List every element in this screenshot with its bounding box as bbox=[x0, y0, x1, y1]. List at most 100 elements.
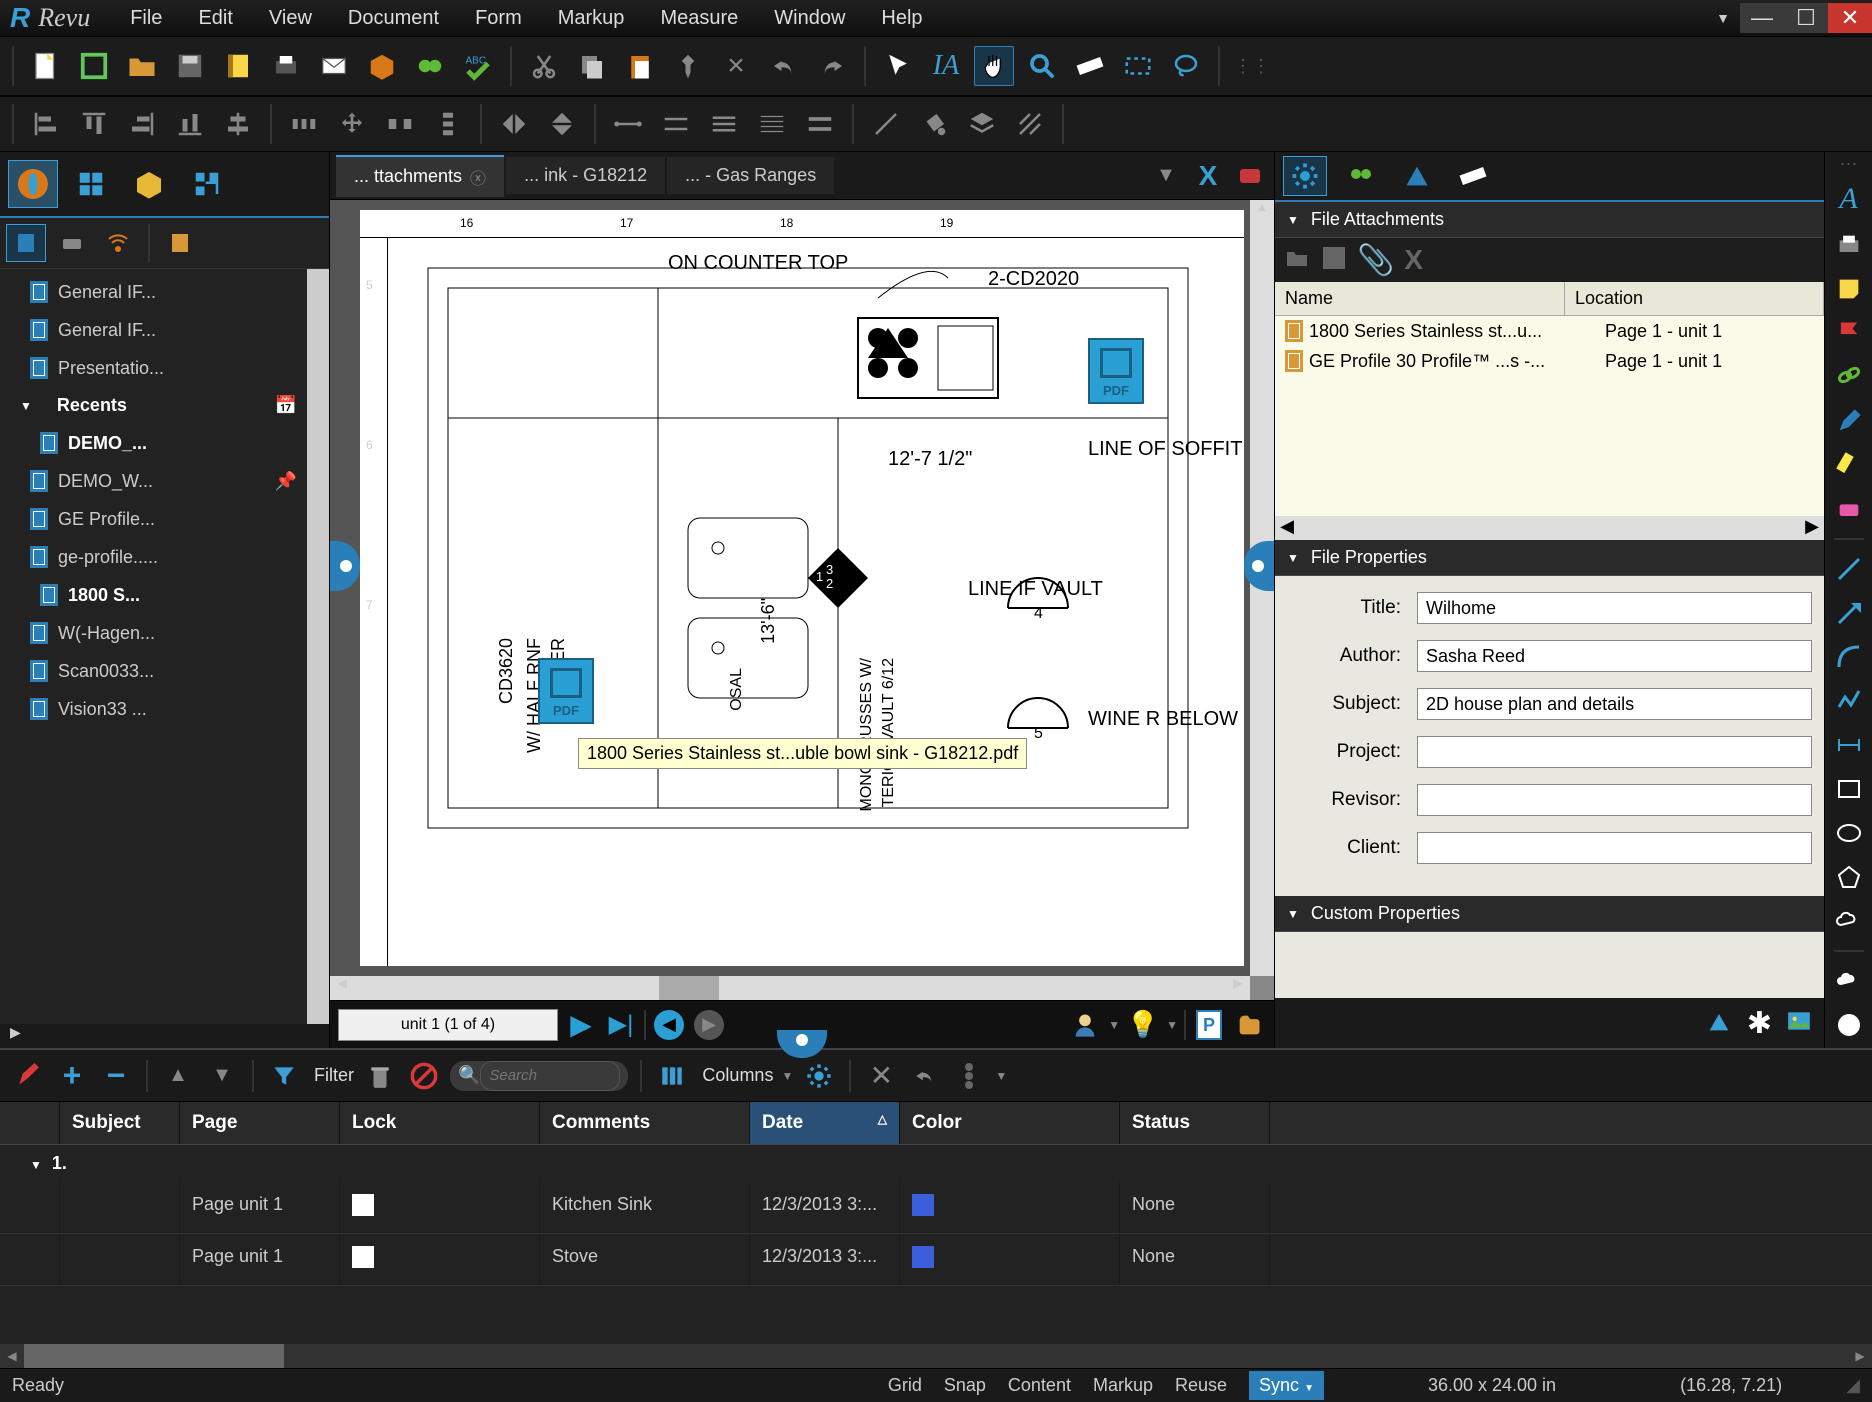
tree-item[interactable]: GE Profile... bbox=[0, 500, 307, 538]
selection-rect-icon[interactable] bbox=[1118, 46, 1158, 86]
print-icon[interactable] bbox=[266, 46, 306, 86]
markup-pen-icon[interactable] bbox=[10, 1058, 46, 1094]
tree-scrollbar[interactable]: ▲▼ bbox=[307, 269, 329, 1024]
minimize-button[interactable]: — bbox=[1740, 3, 1784, 33]
pen-icon[interactable] bbox=[1832, 406, 1866, 436]
col-status[interactable]: Status bbox=[1120, 1102, 1270, 1144]
menu-window[interactable]: Window bbox=[774, 7, 845, 30]
record-icon[interactable] bbox=[1232, 158, 1268, 194]
right-tab-3d-icon[interactable] bbox=[1395, 156, 1439, 196]
subtab-refresh-icon[interactable] bbox=[160, 224, 200, 262]
col-lock[interactable]: Lock bbox=[340, 1102, 540, 1144]
tree-item[interactable]: 1800 S... bbox=[0, 576, 307, 614]
doc-tab-attachments[interactable]: ... ttachmentsⓧ bbox=[336, 155, 504, 197]
circle-icon[interactable] bbox=[1832, 1010, 1866, 1040]
line-style1-icon[interactable] bbox=[608, 104, 648, 144]
polyline-icon[interactable] bbox=[1832, 686, 1866, 716]
close-tab-icon[interactable]: ⓧ bbox=[470, 165, 486, 189]
subtab-docs-icon[interactable] bbox=[6, 224, 46, 262]
user-icon[interactable] bbox=[1068, 1008, 1102, 1042]
flip-h-icon[interactable] bbox=[494, 104, 534, 144]
align-top-icon[interactable] bbox=[74, 104, 114, 144]
tree-item[interactable]: Presentatio... bbox=[0, 349, 307, 387]
status-snap[interactable]: Snap bbox=[944, 1375, 986, 1396]
panel-handle-left[interactable] bbox=[330, 541, 360, 591]
settings-icon[interactable] bbox=[801, 1058, 837, 1094]
dimension-icon[interactable] bbox=[1832, 730, 1866, 760]
col-color[interactable]: Color bbox=[900, 1102, 1120, 1144]
maximize-button[interactable]: ☐ bbox=[1784, 3, 1828, 33]
layers-icon[interactable] bbox=[962, 104, 1002, 144]
status-markup[interactable]: Markup bbox=[1093, 1375, 1153, 1396]
eraser-icon[interactable] bbox=[1832, 494, 1866, 524]
pdf-attachment-icon[interactable] bbox=[1088, 338, 1144, 404]
line-style3-icon[interactable] bbox=[704, 104, 744, 144]
tree-item[interactable]: General IF... bbox=[0, 311, 307, 349]
tree-item[interactable]: DEMO_W...📌 bbox=[0, 462, 307, 500]
attachment-row[interactable]: GE Profile 30 Profile™ ...s -... Page 1 … bbox=[1275, 346, 1824, 376]
right-tab-properties-icon[interactable] bbox=[1283, 156, 1327, 196]
col-comments[interactable]: Comments bbox=[540, 1102, 750, 1144]
rectangle-icon[interactable] bbox=[1832, 774, 1866, 804]
notebook-icon[interactable] bbox=[218, 46, 258, 86]
tree-item[interactable]: DEMO_... bbox=[0, 424, 307, 462]
paste-icon[interactable] bbox=[620, 46, 660, 86]
folder-icon[interactable] bbox=[1232, 1008, 1266, 1042]
menu-file[interactable]: File bbox=[130, 7, 162, 30]
grip-icon[interactable]: ⋮⋮ bbox=[1232, 46, 1272, 86]
right-tab-search-icon[interactable] bbox=[1339, 156, 1383, 196]
col-location[interactable]: Location bbox=[1565, 282, 1824, 315]
menu-form[interactable]: Form bbox=[475, 7, 522, 30]
left-tab-files[interactable] bbox=[8, 160, 58, 208]
left-tab-sets[interactable] bbox=[182, 160, 232, 208]
tree-item[interactable]: W(-Hagen... bbox=[0, 614, 307, 652]
attachment-row[interactable]: 1800 Series Stainless st...u... Page 1 -… bbox=[1275, 316, 1824, 346]
check-icon[interactable]: ABC bbox=[458, 46, 498, 86]
back-icon[interactable]: ◀ bbox=[652, 1008, 686, 1042]
align-bottom-icon[interactable] bbox=[170, 104, 210, 144]
grip-icon[interactable]: ⋯ bbox=[1832, 160, 1866, 168]
tree-item[interactable]: ge-profile..... bbox=[0, 538, 307, 576]
open-icon[interactable] bbox=[74, 46, 114, 86]
save-icon[interactable] bbox=[170, 46, 210, 86]
move-icon[interactable] bbox=[332, 104, 372, 144]
copy-icon[interactable] bbox=[572, 46, 612, 86]
save-attachment-icon[interactable] bbox=[1321, 245, 1347, 276]
redo-icon[interactable] bbox=[812, 46, 852, 86]
status-icon[interactable] bbox=[951, 1058, 987, 1094]
clip-icon[interactable]: 📎 bbox=[1357, 243, 1394, 278]
shape-icon[interactable] bbox=[1703, 1007, 1735, 1040]
undo-icon[interactable] bbox=[764, 46, 804, 86]
drawing-scrollbar-h[interactable]: ◀ ▶ bbox=[330, 976, 1274, 1000]
line-style5-icon[interactable] bbox=[800, 104, 840, 144]
note-icon[interactable] bbox=[1832, 274, 1866, 304]
attachments-scrollbar[interactable]: ◀▶ bbox=[1275, 516, 1824, 540]
flip-v-icon[interactable] bbox=[542, 104, 582, 144]
markup-row[interactable]: Page unit 1 Kitchen Sink 12/3/2013 3:...… bbox=[0, 1182, 1872, 1234]
col-page[interactable]: Page bbox=[180, 1102, 340, 1144]
align-center-h-icon[interactable] bbox=[218, 104, 258, 144]
pan-icon[interactable] bbox=[974, 46, 1014, 86]
polygon-icon[interactable] bbox=[1832, 862, 1866, 892]
lock-swatch[interactable] bbox=[352, 1246, 374, 1268]
drawing-viewport[interactable]: 16 17 18 19 5 6 7 bbox=[330, 200, 1274, 976]
folder-icon[interactable] bbox=[122, 46, 162, 86]
remove-icon[interactable]: − bbox=[98, 1058, 134, 1094]
line-tool-icon[interactable] bbox=[866, 104, 906, 144]
lightbulb-icon[interactable]: 💡 bbox=[1126, 1008, 1160, 1042]
resize-grip-icon[interactable]: ◢ bbox=[1846, 1375, 1860, 1396]
box-icon[interactable] bbox=[362, 46, 402, 86]
tree-item[interactable]: Vision33 ... bbox=[0, 690, 307, 728]
flag-icon[interactable] bbox=[1832, 318, 1866, 348]
image-icon[interactable] bbox=[1784, 1008, 1814, 1039]
expand-arrow-icon[interactable]: ▶ bbox=[0, 1024, 329, 1048]
arc-icon[interactable] bbox=[1832, 642, 1866, 672]
delete-icon[interactable]: ✕ bbox=[863, 1058, 899, 1094]
link-icon[interactable] bbox=[1832, 362, 1866, 392]
trash-icon[interactable] bbox=[362, 1058, 398, 1094]
doc-tab-3[interactable]: ... - Gas Ranges bbox=[667, 157, 834, 194]
text-tool-icon[interactable]: A bbox=[1832, 182, 1866, 216]
col-date[interactable]: Date △ bbox=[750, 1102, 900, 1144]
markup-group[interactable]: ▼ 1. bbox=[0, 1145, 1872, 1182]
print-icon[interactable] bbox=[1832, 230, 1866, 260]
